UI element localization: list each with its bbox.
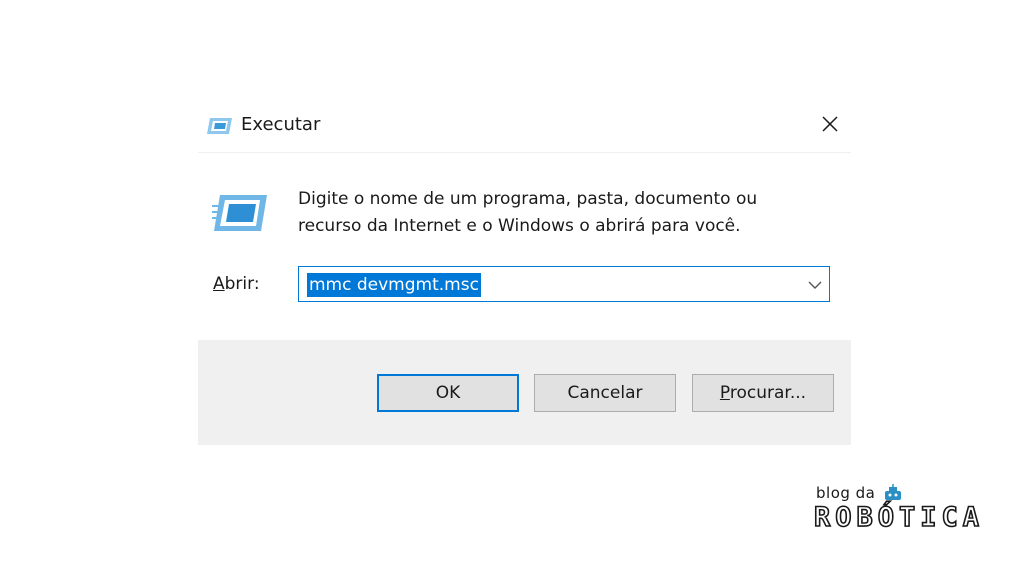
dialog-description: Digite o nome de um programa, pasta, doc… [298, 186, 818, 240]
run-icon [212, 192, 268, 234]
run-icon [207, 116, 233, 136]
chevron-down-icon[interactable] [805, 275, 825, 295]
dialog-footer: OK Cancelar Procurar... [198, 340, 851, 445]
title-divider [198, 152, 851, 153]
browse-mnemonic: P [719, 383, 730, 403]
page: Executar Digite o nome de um programa, p… [0, 0, 1024, 576]
description-line: Digite o nome de um programa, pasta, doc… [298, 189, 758, 209]
cancel-button-label: Cancelar [567, 383, 643, 403]
close-icon [821, 115, 839, 137]
open-label: Abrir: [213, 274, 260, 294]
browse-label-rest: rocurar... [729, 383, 807, 403]
description-line: recurso da Internet e o Windows o abrirá… [298, 216, 741, 236]
logo-top-text: blog da [816, 484, 876, 502]
open-combobox[interactable]: mmc devmgmt.msc [298, 266, 830, 302]
ok-button-label: OK [435, 383, 461, 403]
browse-button-label: Procurar... [720, 383, 806, 403]
open-label-mnemonic: A [213, 274, 225, 294]
blog-logo: blog da ROBÓTICA [812, 484, 1002, 534]
titlebar: Executar [198, 100, 851, 152]
ok-button[interactable]: OK [377, 374, 519, 412]
open-label-rest: brir: [224, 274, 260, 294]
logo-word: ROBÓTICA [813, 501, 985, 534]
close-button[interactable] [812, 110, 848, 142]
open-input-value[interactable]: mmc devmgmt.msc [307, 273, 481, 297]
robot-logo-icon [882, 484, 904, 502]
dialog-title: Executar [241, 114, 321, 135]
cancel-button[interactable]: Cancelar [534, 374, 676, 412]
browse-button[interactable]: Procurar... [692, 374, 834, 412]
run-dialog: Executar Digite o nome de um programa, p… [198, 100, 851, 445]
